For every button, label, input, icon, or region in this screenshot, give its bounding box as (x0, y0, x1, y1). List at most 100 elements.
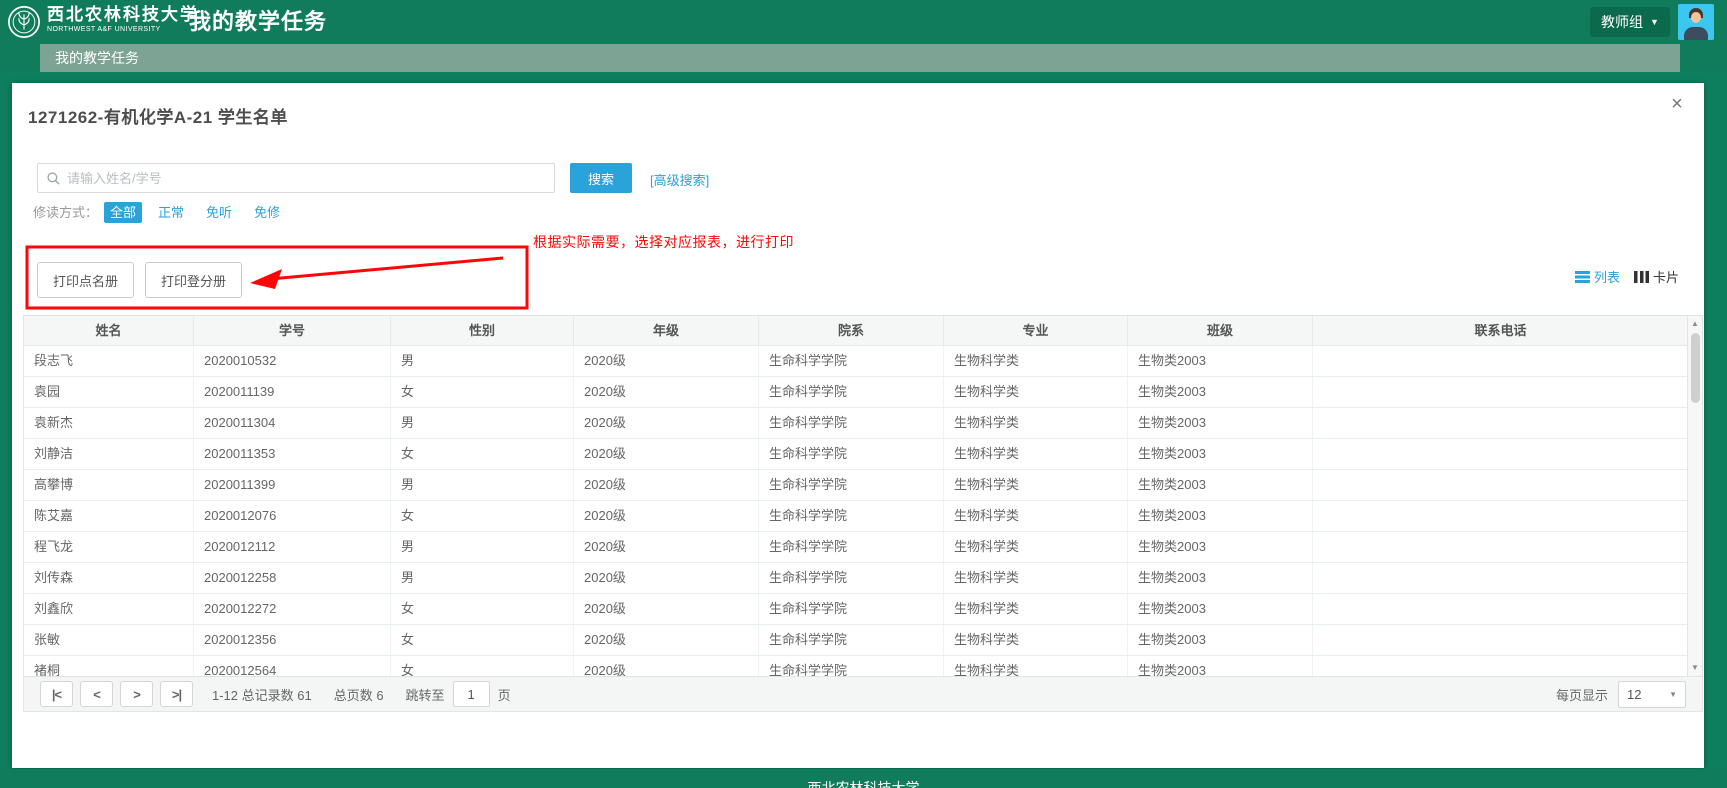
cell-student_id: 2020012272 (194, 594, 391, 625)
table-row[interactable]: 褚桐2020012564女2020级生命科学学院生物科学类生物类2003 (24, 656, 1688, 677)
cell-student_id: 2020011399 (194, 470, 391, 501)
total-pages-info: 总页数 6 (334, 685, 384, 704)
prev-page-button[interactable]: < (80, 681, 113, 707)
table-row[interactable]: 刘传森2020012258男2020级生命科学学院生物科学类生物类2003 (24, 563, 1688, 594)
cell-department: 生命科学学院 (759, 377, 944, 408)
scroll-up-icon[interactable]: ▲ (1688, 317, 1702, 331)
study-mode-option[interactable]: 免听 (200, 202, 238, 223)
cell-phone (1313, 408, 1688, 439)
cell-student_id: 2020011304 (194, 408, 391, 439)
cell-grade: 2020级 (574, 532, 759, 563)
cell-major: 生物科学类 (944, 563, 1128, 594)
chevron-down-icon: ▼ (1650, 17, 1659, 27)
column-header-student_id[interactable]: 学号 (194, 316, 391, 345)
column-header-phone[interactable]: 联系电话 (1313, 316, 1688, 345)
table-row[interactable]: 陈艾嘉2020012076女2020级生命科学学院生物科学类生物类2003 (24, 501, 1688, 532)
cell-grade: 2020级 (574, 563, 759, 594)
cell-name: 刘静洁 (24, 439, 194, 470)
list-view-label: 列表 (1594, 267, 1620, 286)
cell-class: 生物类2003 (1128, 439, 1313, 470)
cell-grade: 2020级 (574, 377, 759, 408)
table-scrollbar[interactable]: ▲ ▼ (1687, 316, 1702, 676)
per-page-select[interactable]: 12 ▼ (1618, 681, 1686, 708)
cell-gender: 女 (391, 625, 574, 656)
table-row[interactable]: 刘静洁2020011353女2020级生命科学学院生物科学类生物类2003 (24, 439, 1688, 470)
card-view-button[interactable]: 卡片 (1634, 267, 1679, 286)
cell-gender: 女 (391, 656, 574, 677)
cell-phone (1313, 532, 1688, 563)
cell-major: 生物科学类 (944, 532, 1128, 563)
column-header-grade[interactable]: 年级 (574, 316, 759, 345)
close-icon[interactable]: × (1666, 93, 1688, 115)
cell-name: 袁新杰 (24, 408, 194, 439)
cell-class: 生物类2003 (1128, 625, 1313, 656)
jump-page-input[interactable] (453, 681, 490, 707)
table-row[interactable]: 程飞龙2020012112男2020级生命科学学院生物科学类生物类2003 (24, 532, 1688, 563)
top-header-bar: 西北农林科技大学 NORTHWEST A&F UNIVERSITY 我的教学任务… (0, 0, 1727, 44)
table-body: 段志飞2020010532男2020级生命科学学院生物科学类生物类2003袁园2… (24, 346, 1702, 677)
user-group-menu[interactable]: 教师组 ▼ (1590, 7, 1670, 37)
university-name: 西北农林科技大学 NORTHWEST A&F UNIVERSITY (47, 4, 199, 34)
print-actions: 打印点名册打印登分册 (37, 262, 242, 298)
cell-class: 生物类2003 (1128, 532, 1313, 563)
column-header-name[interactable]: 姓名 (24, 316, 194, 345)
tab-my-teaching-tasks[interactable]: 我的教学任务 (40, 44, 1680, 72)
first-page-button[interactable]: |< (40, 681, 73, 707)
column-header-class[interactable]: 班级 (1128, 316, 1313, 345)
record-range-info: 1-12 总记录数 61 (212, 685, 312, 704)
print-button[interactable]: 打印点名册 (37, 262, 134, 298)
study-mode-option[interactable]: 正常 (152, 202, 190, 223)
tab-label: 我的教学任务 (55, 50, 139, 66)
cell-name: 高攀博 (24, 470, 194, 501)
table-row[interactable]: 刘鑫欣2020012272女2020级生命科学学院生物科学类生物类2003 (24, 594, 1688, 625)
study-mode-option[interactable]: 免修 (248, 202, 286, 223)
study-mode-label: 修读方式： (33, 202, 98, 221)
cell-student_id: 2020012112 (194, 532, 391, 563)
scrollbar-thumb[interactable] (1691, 333, 1700, 403)
table-row[interactable]: 段志飞2020010532男2020级生命科学学院生物科学类生物类2003 (24, 346, 1688, 377)
table-row[interactable]: 高攀博2020011399男2020级生命科学学院生物科学类生物类2003 (24, 470, 1688, 501)
table-row[interactable]: 张敏2020012356女2020级生命科学学院生物科学类生物类2003 (24, 625, 1688, 656)
search-input[interactable] (67, 165, 554, 191)
print-button[interactable]: 打印登分册 (145, 262, 242, 298)
cell-class: 生物类2003 (1128, 563, 1313, 594)
advanced-search-link[interactable]: [高级搜索] (650, 170, 709, 189)
cell-phone (1313, 625, 1688, 656)
list-view-button[interactable]: 列表 (1575, 267, 1620, 286)
column-header-department[interactable]: 院系 (759, 316, 944, 345)
cell-phone (1313, 470, 1688, 501)
user-avatar[interactable] (1678, 4, 1714, 40)
cell-name: 袁园 (24, 377, 194, 408)
study-mode-options: 全部正常免听免修 (104, 202, 296, 221)
cell-gender: 女 (391, 594, 574, 625)
university-logo-icon (7, 5, 41, 39)
study-mode-option[interactable]: 全部 (104, 202, 142, 223)
student-list-dialog: × 1271262-有机化学A-21 学生名单 搜索 [高级搜索] 修读方式： … (12, 83, 1704, 768)
chevron-down-icon: ▼ (1669, 690, 1677, 699)
cell-major: 生物科学类 (944, 346, 1128, 377)
search-button[interactable]: 搜索 (570, 163, 632, 193)
cell-student_id: 2020010532 (194, 346, 391, 377)
column-header-major[interactable]: 专业 (944, 316, 1128, 345)
cell-class: 生物类2003 (1128, 470, 1313, 501)
column-header-gender[interactable]: 性别 (391, 316, 574, 345)
user-group-label: 教师组 (1601, 12, 1643, 32)
cell-department: 生命科学学院 (759, 439, 944, 470)
scroll-down-icon[interactable]: ▼ (1688, 661, 1702, 675)
footer-bar: 西北农林科技大学 (0, 769, 1727, 788)
cell-student_id: 2020011353 (194, 439, 391, 470)
cell-class: 生物类2003 (1128, 594, 1313, 625)
cell-name: 刘鑫欣 (24, 594, 194, 625)
cell-name: 陈艾嘉 (24, 501, 194, 532)
cell-department: 生命科学学院 (759, 501, 944, 532)
university-name-cn: 西北农林科技大学 (47, 4, 199, 25)
last-page-button[interactable]: >| (160, 681, 193, 707)
cell-grade: 2020级 (574, 501, 759, 532)
cell-department: 生命科学学院 (759, 408, 944, 439)
cell-major: 生物科学类 (944, 439, 1128, 470)
cell-class: 生物类2003 (1128, 408, 1313, 439)
table-row[interactable]: 袁园2020011139女2020级生命科学学院生物科学类生物类2003 (24, 377, 1688, 408)
table-row[interactable]: 袁新杰2020011304男2020级生命科学学院生物科学类生物类2003 (24, 408, 1688, 439)
next-page-button[interactable]: > (120, 681, 153, 707)
cell-grade: 2020级 (574, 346, 759, 377)
